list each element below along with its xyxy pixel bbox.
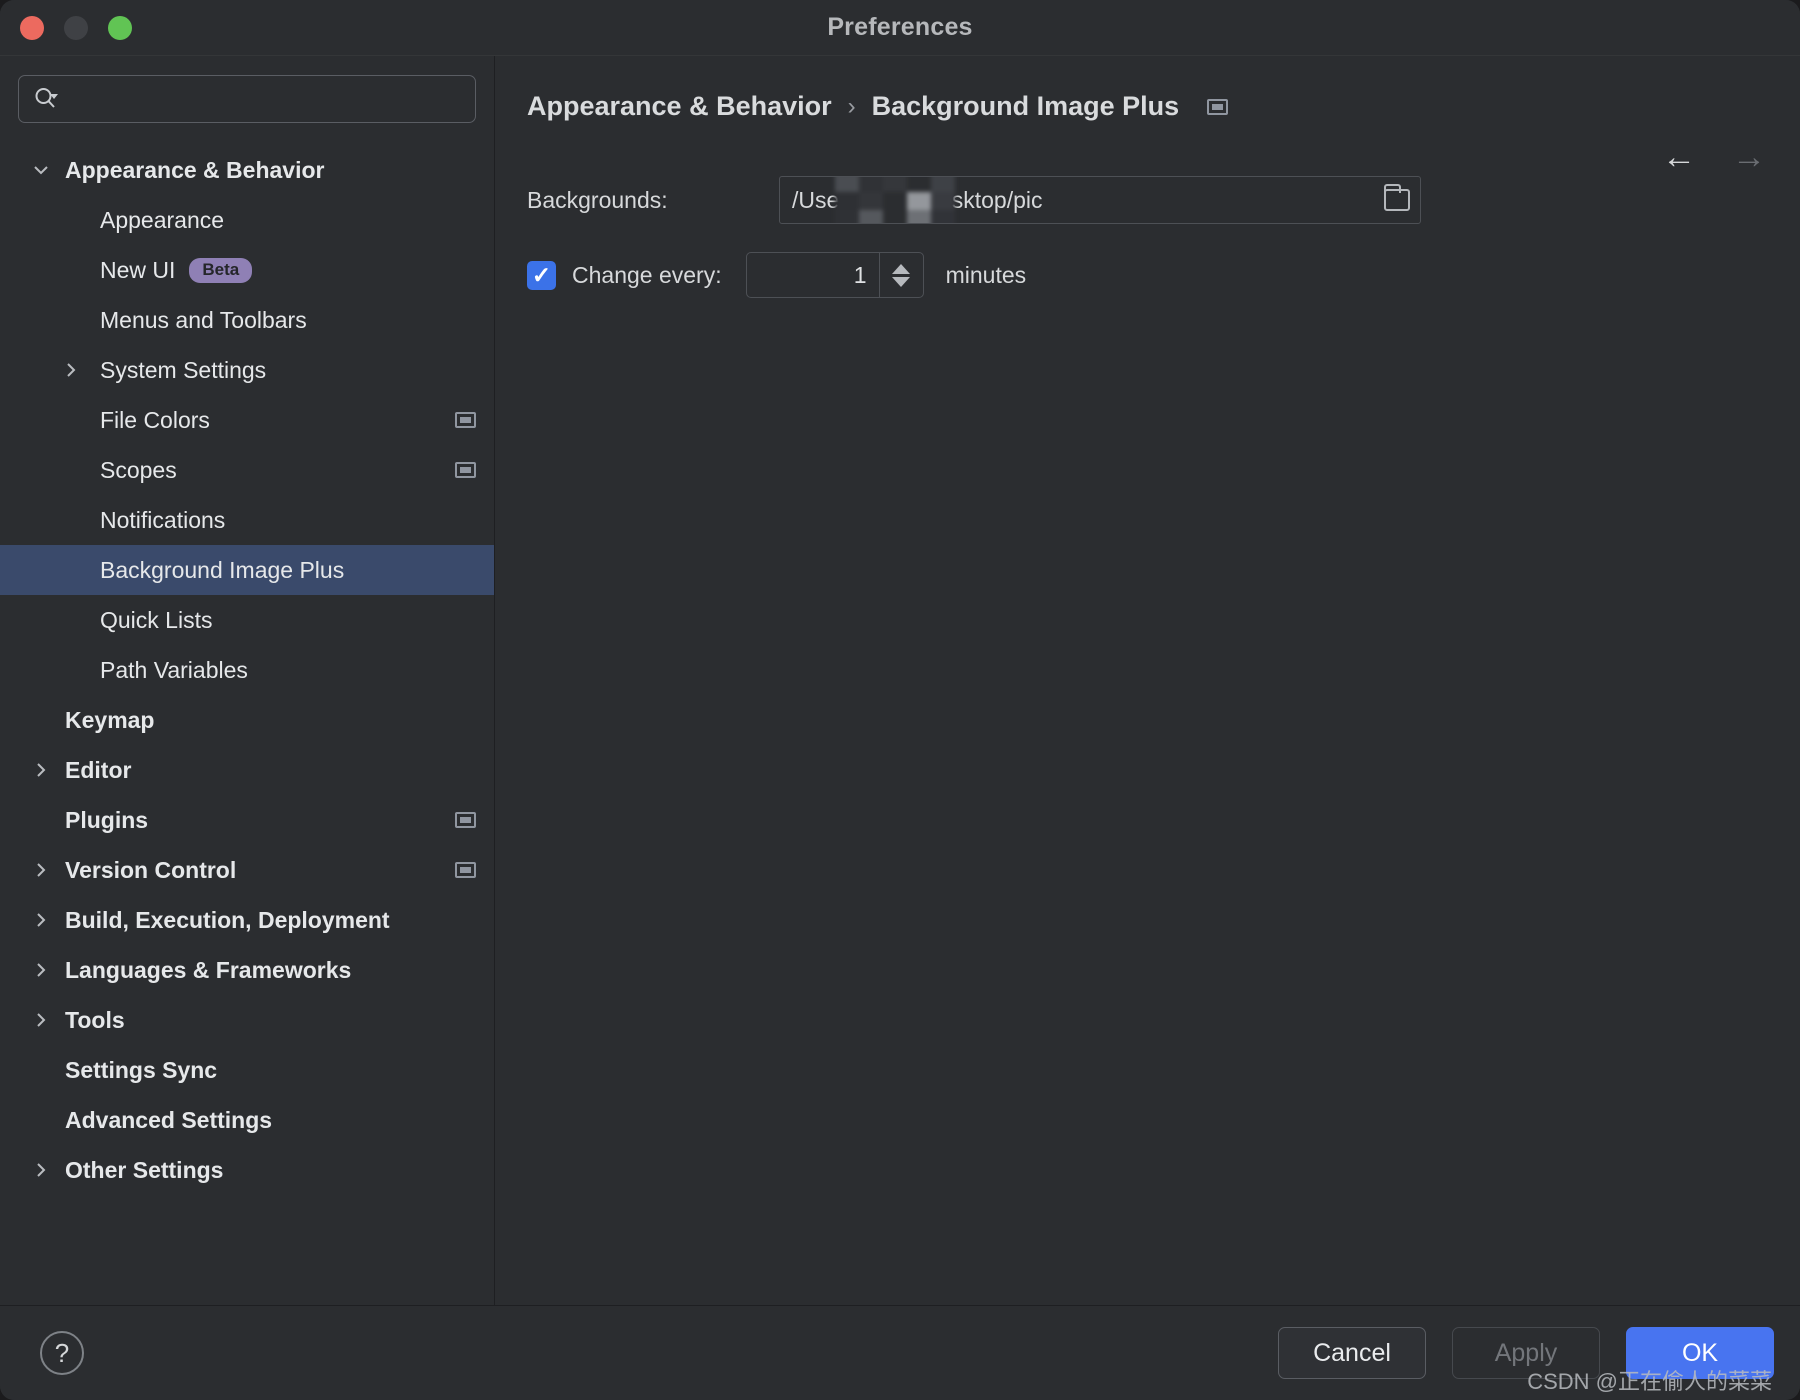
triangle-up-icon[interactable] (892, 263, 911, 274)
sidebar-item-keymap[interactable]: Keymap (0, 695, 494, 745)
sidebar-item-languages-frameworks[interactable]: Languages & Frameworks (0, 945, 494, 995)
search-box[interactable] (18, 75, 476, 123)
change-every-value[interactable]: 1 (747, 253, 879, 297)
sidebar-item-editor[interactable]: Editor (0, 745, 494, 795)
title-bar: Preferences (0, 0, 1800, 55)
folder-icon[interactable] (1384, 177, 1410, 223)
change-every-row: ✓ Change every: 1 minutes (527, 252, 1800, 298)
chevron-right-icon[interactable] (28, 1009, 54, 1031)
chevron-right-icon[interactable] (28, 959, 54, 981)
sidebar-item-label: Editor (65, 756, 132, 783)
chevron-down-icon[interactable] (28, 159, 54, 181)
search-container (0, 56, 494, 123)
sidebar-item-label: Version Control (65, 856, 237, 883)
cancel-button[interactable]: Cancel (1278, 1327, 1426, 1379)
sidebar-item-label: Settings Sync (65, 1056, 218, 1083)
sidebar-item-label: New UI Beta (100, 257, 253, 284)
chevron-right-icon[interactable] (28, 909, 54, 931)
sidebar-item-plugins[interactable]: Plugins (0, 795, 494, 845)
beta-badge: Beta (189, 257, 253, 283)
sidebar-item-label: Quick Lists (100, 606, 213, 633)
settings-detail-panel: Appearance & Behavior › Background Image… (495, 56, 1800, 1305)
change-every-checkbox[interactable]: ✓ (527, 260, 556, 290)
arrow-right-icon[interactable]: → (1732, 140, 1766, 174)
navigation-arrows: ← → (1662, 140, 1766, 174)
sidebar-item-label: System Settings (100, 356, 267, 383)
dialog-body: Appearance & Behavior Appearance New UI Bet… (0, 55, 1800, 1305)
sidebar-item-label: Plugins (65, 806, 149, 833)
backgrounds-row: Backgrounds: /Users /Desktop/pic (527, 176, 1800, 224)
chevron-right-icon[interactable] (28, 759, 54, 781)
sidebar-item-label: Background Image Plus (100, 556, 345, 583)
stepper-buttons[interactable] (878, 253, 923, 297)
window-title: Preferences (827, 13, 973, 41)
sidebar-item-label: Scopes (100, 456, 177, 483)
sidebar-item-file-colors[interactable]: File Colors (0, 395, 494, 445)
sidebar-item-system-settings[interactable]: System Settings (0, 345, 494, 395)
search-icon (33, 86, 59, 112)
question-mark-icon[interactable]: ? (40, 1331, 84, 1375)
sidebar-item-path-variables[interactable]: Path Variables (0, 645, 494, 695)
dialog-footer: ? Cancel Apply OK CSDN @正在偷人的菜菜 (0, 1305, 1800, 1400)
minimize-button[interactable] (64, 15, 88, 40)
triangle-down-icon[interactable] (892, 276, 911, 287)
chevron-right-icon[interactable] (28, 859, 54, 881)
sidebar-item-new-ui[interactable]: New UI Beta (0, 245, 494, 295)
sidebar-item-label: Path Variables (100, 656, 248, 683)
sidebar-item-scopes[interactable]: Scopes (0, 445, 494, 495)
backgrounds-label: Backgrounds: (527, 186, 668, 213)
maximize-button[interactable] (108, 15, 132, 40)
settings-tree: Appearance & Behavior Appearance New UI Bet… (0, 145, 494, 1305)
window-controls (20, 0, 132, 55)
preferences-window: Preferences Appearance & BehaviorAppear (0, 0, 1800, 1400)
project-settings-icon (455, 862, 476, 878)
project-settings-icon (455, 462, 476, 478)
breadcrumb: Appearance & Behavior › Background Image… (495, 56, 1800, 122)
sidebar-item-notifications[interactable]: Notifications (0, 495, 494, 545)
sidebar-item-appearance-behavior[interactable]: Appearance & Behavior (0, 145, 494, 195)
project-settings-icon (1207, 98, 1229, 115)
sidebar-item-build-execution-deployment[interactable]: Build, Execution, Deployment (0, 895, 494, 945)
sidebar-item-label: File Colors (100, 406, 210, 433)
sidebar-item-label: Notifications (100, 506, 226, 533)
sidebar-item-label: Advanced Settings (65, 1106, 273, 1133)
project-settings-icon (455, 812, 476, 828)
sidebar-item-label: Keymap (65, 706, 155, 733)
sidebar-item-tools[interactable]: Tools (0, 995, 494, 1045)
chevron-right-icon[interactable] (58, 359, 84, 381)
sidebar-item-label: Menus and Toolbars (100, 306, 307, 333)
sidebar-item-label: Languages & Frameworks (65, 956, 352, 983)
sidebar-item-background-image-plus[interactable]: Background Image Plus (0, 545, 494, 595)
sidebar-item-other-settings[interactable]: Other Settings (0, 1145, 494, 1195)
sidebar-item-version-control[interactable]: Version Control (0, 845, 494, 895)
backgrounds-path-input[interactable]: /Users /Desktop/pic (779, 176, 1421, 224)
close-button[interactable] (20, 15, 44, 40)
check-icon: ✓ (531, 261, 552, 288)
arrow-left-icon[interactable]: ← (1662, 140, 1696, 174)
change-every-stepper[interactable]: 1 (745, 252, 924, 298)
settings-sidebar: Appearance & Behavior Appearance New UI Bet… (0, 56, 495, 1305)
backgrounds-path-value: /Users /Desktop/pic (792, 186, 1043, 213)
sidebar-item-appearance[interactable]: Appearance (0, 195, 494, 245)
sidebar-item-quick-lists[interactable]: Quick Lists (0, 595, 494, 645)
sidebar-item-label: Build, Execution, Deployment (65, 906, 390, 933)
minutes-unit-label: minutes (945, 261, 1027, 288)
change-every-label: Change every: (572, 261, 722, 288)
sidebar-item-settings-sync[interactable]: Settings Sync (0, 1045, 494, 1095)
chevron-right-icon[interactable] (28, 1159, 54, 1181)
sidebar-item-label: Tools (65, 1006, 125, 1033)
breadcrumb-separator: › (847, 92, 856, 120)
breadcrumb-parent[interactable]: Appearance & Behavior (527, 91, 832, 122)
sidebar-item-label: Other Settings (65, 1156, 224, 1183)
sidebar-item-menus-and-toolbars[interactable]: Menus and Toolbars (0, 295, 494, 345)
breadcrumb-current: Background Image Plus (871, 91, 1180, 121)
settings-form: Backgrounds: /Users /Desktop/pic ✓ Chang… (495, 122, 1800, 298)
sidebar-item-label: Appearance & Behavior (65, 156, 325, 183)
sidebar-item-label: Appearance (100, 206, 225, 233)
search-input[interactable] (67, 87, 461, 111)
watermark: CSDN @正在偷人的菜菜 (1527, 1369, 1772, 1394)
sidebar-item-advanced-settings[interactable]: Advanced Settings (0, 1095, 494, 1145)
project-settings-icon (455, 412, 476, 428)
